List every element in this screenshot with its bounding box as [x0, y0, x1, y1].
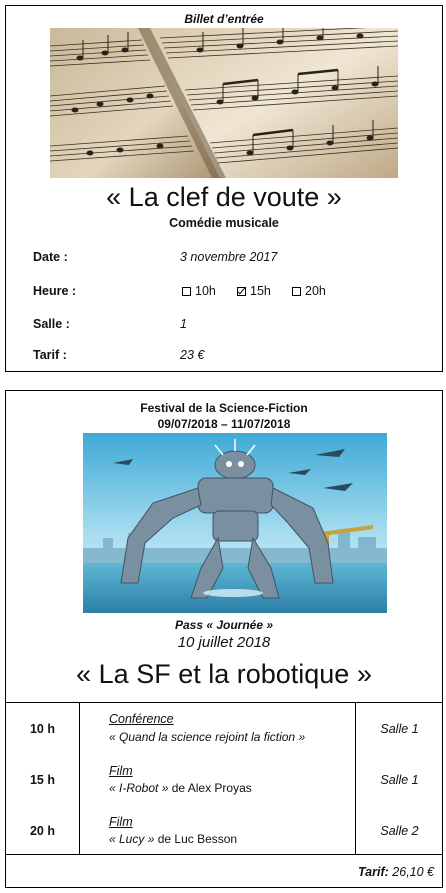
heure-label: Heure :	[33, 284, 77, 298]
event-author: de Alex Proyas	[168, 781, 252, 795]
salle-label: Salle :	[33, 317, 70, 331]
event-date: 10 juillet 2018	[177, 634, 271, 651]
schedule-hour: 15 h	[29, 773, 55, 787]
schedule-hour: 10 h	[29, 722, 55, 736]
event-author: de Luc Besson	[154, 832, 238, 846]
schedule-room: Salle 1	[380, 722, 419, 736]
column-divider-hour	[79, 702, 80, 854]
sheet-music-image	[50, 28, 398, 178]
show-genre: Comédie musicale	[169, 216, 279, 230]
tarif-value: 23 €	[180, 348, 205, 362]
event-name: « Lucy »	[109, 832, 155, 846]
salle-value: 1	[180, 317, 187, 331]
event-title: « La SF et la robotique »	[76, 659, 372, 689]
pass-type: Pass « Journée »	[174, 618, 274, 632]
event-type: Conférence	[109, 712, 174, 726]
event-type: Film	[109, 815, 133, 829]
event-type: Film	[109, 764, 133, 778]
festival-dates: 09/07/2018 – 11/07/2018	[157, 417, 291, 431]
ticket-clef-de-voute: Billet d’entrée « La clef de voute » Com…	[5, 5, 443, 372]
festival-name: Festival de la Science-Fiction	[140, 401, 308, 415]
schedule-hour: 20 h	[29, 824, 55, 838]
event-description: « Lucy » de Luc Besson	[109, 832, 237, 846]
hour-option-label: 10h	[195, 284, 216, 298]
schedule-room: Salle 2	[380, 824, 419, 838]
tarif-label: Tarif:	[358, 865, 389, 879]
hour-option-20h[interactable]: 20h	[292, 284, 326, 298]
schedule-room: Salle 1	[380, 773, 419, 787]
ticket-header: Billet d’entrée	[184, 12, 264, 26]
date-label: Date :	[33, 250, 68, 264]
event-name: « Quand la science rejoint la fiction »	[109, 730, 306, 744]
pass-tarif: Tarif: 26,10 €	[358, 865, 434, 879]
hour-option-label: 20h	[305, 284, 326, 298]
event-name: « I-Robot »	[109, 781, 169, 795]
hour-option-label: 15h	[250, 284, 271, 298]
checkbox-15h-checked[interactable]	[237, 286, 246, 296]
schedule-top-border	[6, 702, 442, 703]
date-value: 3 novembre 2017	[180, 250, 278, 264]
checkbox-10h[interactable]	[182, 286, 191, 296]
show-title: « La clef de voute »	[106, 182, 342, 212]
event-description: « Quand la science rejoint la fiction »	[109, 730, 305, 744]
tarif-label: Tarif :	[33, 348, 67, 362]
ticket-festival-sf: Festival de la Science-Fiction 09/07/201…	[5, 390, 443, 888]
checkbox-20h[interactable]	[292, 286, 301, 296]
schedule-bottom-border	[6, 854, 442, 855]
tarif-value: 26,10 €	[388, 865, 434, 879]
hour-option-15h[interactable]: 15h	[237, 284, 271, 298]
robot-city-image	[83, 433, 387, 613]
event-description: « I-Robot » de Alex Proyas	[109, 781, 252, 795]
hour-option-10h[interactable]: 10h	[182, 284, 216, 298]
